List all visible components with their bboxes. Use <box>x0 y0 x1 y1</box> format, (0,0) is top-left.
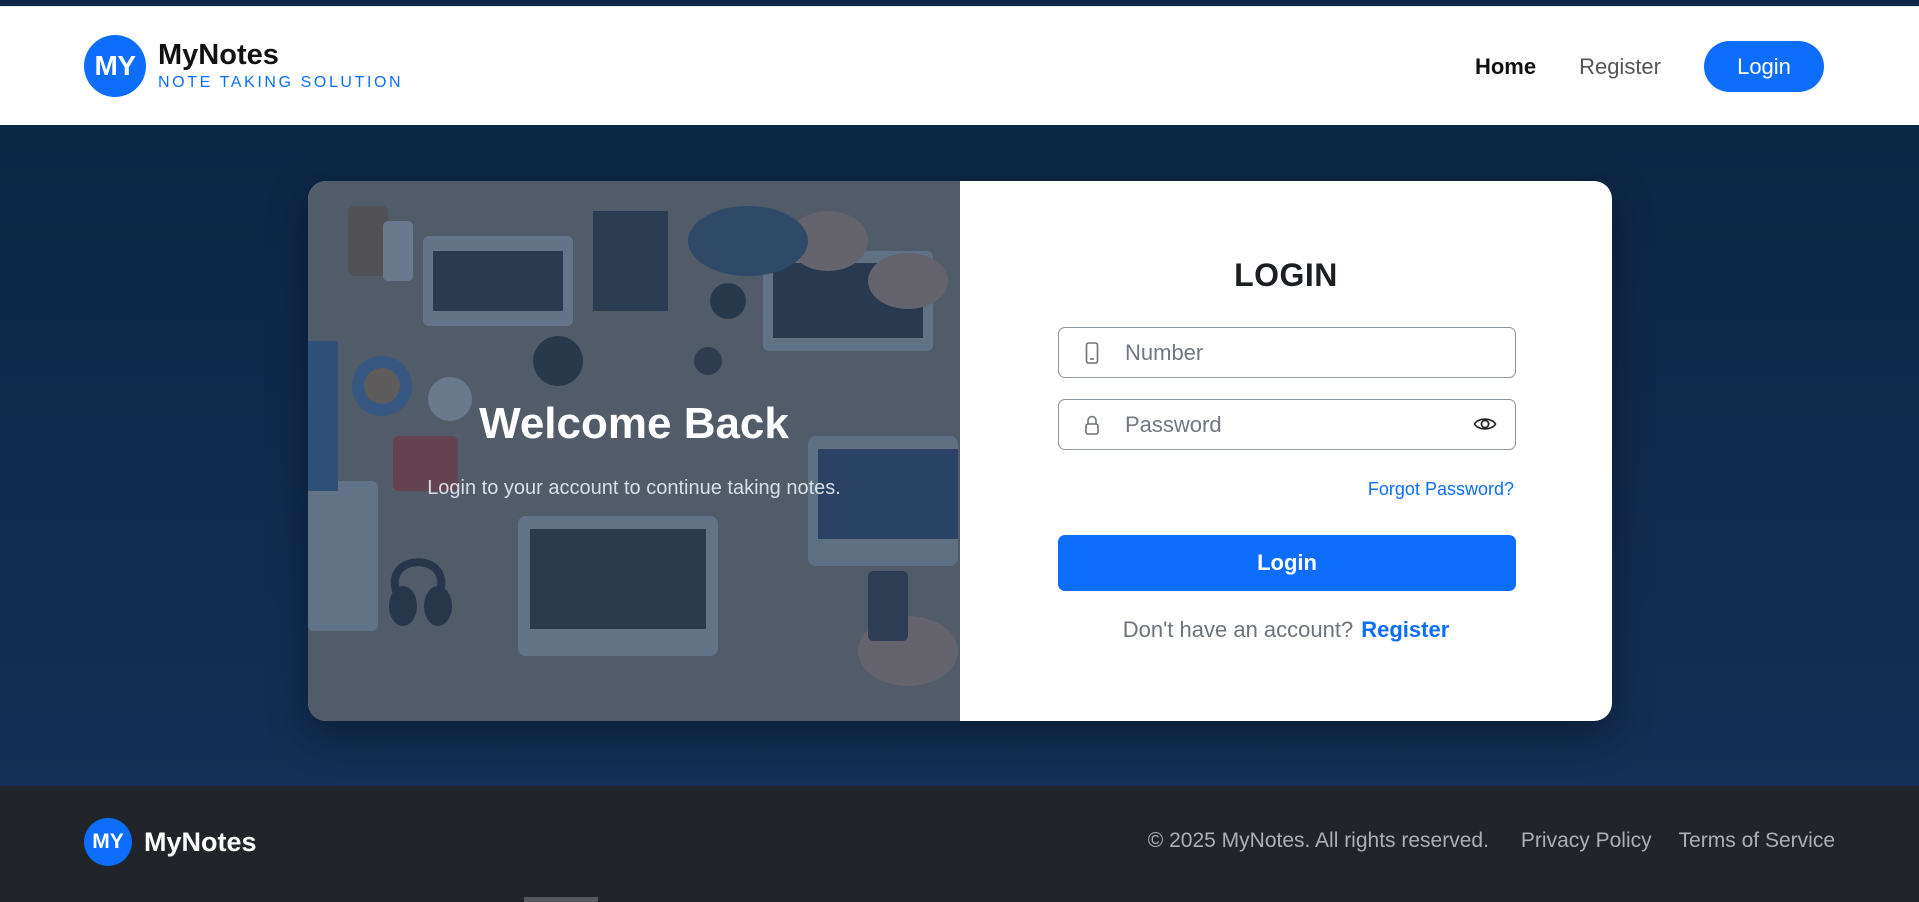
privacy-policy-link[interactable]: Privacy Policy <box>1521 829 1652 853</box>
hero-panel: Welcome Back Login to your account to co… <box>308 181 960 721</box>
main-nav: Home Register Login <box>1475 41 1824 92</box>
footer-brand-name: MyNotes <box>144 826 257 857</box>
brand-name: MyNotes <box>158 39 279 71</box>
register-prompt: Don't have an account? Register <box>960 617 1612 643</box>
no-account-text: Don't have an account? <box>1122 617 1354 642</box>
brand-text: MyNotes NOTE TAKING SOLUTION <box>158 39 403 93</box>
site-footer: MY MyNotes © 2025 MyNotes. All rights re… <box>0 786 1919 902</box>
number-field[interactable] <box>1058 327 1516 378</box>
number-input[interactable] <box>1125 339 1445 366</box>
site-header: MY MyNotes NOTE TAKING SOLUTION Home Reg… <box>0 7 1919 125</box>
nav-login-button[interactable]: Login <box>1704 41 1824 92</box>
eye-icon[interactable] <box>1473 414 1497 439</box>
login-submit-button[interactable]: Login <box>1058 535 1516 591</box>
brand[interactable]: MY MyNotes NOTE TAKING SOLUTION <box>84 35 403 97</box>
hero-title: Welcome Back <box>479 399 789 448</box>
terms-of-service-link[interactable]: Terms of Service <box>1679 829 1835 853</box>
login-panel: LOGIN Number Forgot Password? Login Don'… <box>960 181 1612 721</box>
phone-icon <box>1059 341 1125 364</box>
lock-icon <box>1059 414 1125 436</box>
password-input[interactable] <box>1125 411 1445 438</box>
logo-badge: MY <box>84 35 146 97</box>
brand-tagline: NOTE TAKING SOLUTION <box>158 74 404 91</box>
register-link[interactable]: Register <box>1361 617 1449 642</box>
horizontal-scrollbar-thumb[interactable] <box>524 897 598 902</box>
copyright-text: © 2025 MyNotes. All rights reserved. <box>1147 829 1489 852</box>
nav-home-link[interactable]: Home <box>1475 54 1536 80</box>
login-card: Welcome Back Login to your account to co… <box>308 181 1612 721</box>
hero-subtitle: Login to your account to continue taking… <box>427 477 841 499</box>
hero-overlay <box>308 181 960 721</box>
nav-register-link[interactable]: Register <box>1579 54 1661 80</box>
forgot-password-link[interactable]: Forgot Password? <box>1368 479 1514 500</box>
footer-links: © 2025 MyNotes. All rights reserved. Pri… <box>1148 829 1835 853</box>
footer-logo-badge: MY <box>84 818 132 866</box>
login-title: LOGIN <box>1234 257 1338 293</box>
password-field[interactable] <box>1058 399 1516 450</box>
main-section: Welcome Back Login to your account to co… <box>0 125 1919 786</box>
footer-brand[interactable]: MY MyNotes <box>84 818 257 866</box>
